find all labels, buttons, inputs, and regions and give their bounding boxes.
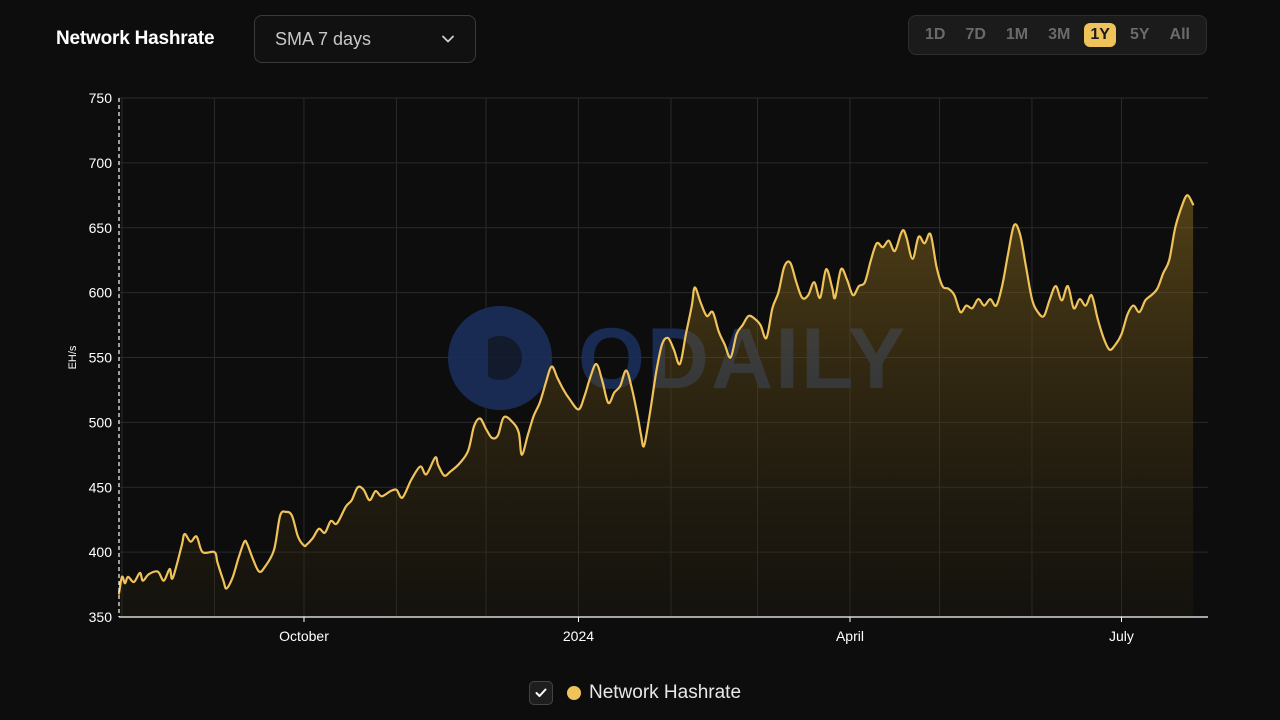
x-axis-ticks: October 2024 April July — [279, 617, 1134, 644]
x-tick-label: 2024 — [563, 628, 594, 644]
y-tick-label: 700 — [89, 155, 113, 171]
range-7d-button[interactable]: 7D — [959, 23, 991, 47]
x-tick-label: April — [836, 628, 864, 644]
range-1d-button[interactable]: 1D — [919, 23, 951, 47]
sma-select[interactable]: SMA 7 days — [254, 15, 476, 63]
range-all-button[interactable]: All — [1164, 23, 1196, 47]
time-range-selector: 1D 7D 1M 3M 1Y 5Y All — [908, 15, 1207, 55]
y-tick-label: 400 — [89, 544, 113, 560]
hashrate-chart: ODAILY 350400450500550600650700750 Octob… — [67, 90, 1208, 644]
y-tick-label: 550 — [89, 350, 113, 366]
x-tick-label: October — [279, 628, 329, 644]
y-axis-label: EH/s — [67, 345, 79, 369]
check-icon — [535, 688, 547, 697]
y-tick-label: 350 — [89, 609, 113, 625]
legend-color-dot — [566, 686, 581, 700]
y-tick-label: 650 — [89, 220, 113, 236]
legend-checkbox[interactable] — [528, 681, 553, 705]
legend-label: Network Hashrate — [588, 682, 742, 703]
y-tick-label: 600 — [89, 285, 113, 301]
y-tick-label: 450 — [89, 479, 113, 495]
range-3m-button[interactable]: 3M — [1042, 23, 1076, 47]
y-tick-label: 500 — [89, 414, 113, 430]
chart-title: Network Hashrate — [56, 28, 215, 49]
range-1y-button[interactable]: 1Y — [1084, 23, 1116, 47]
chevron-down-icon — [441, 32, 455, 46]
x-tick-label: July — [1109, 628, 1134, 644]
legend: Network Hashrate — [0, 681, 1280, 705]
y-axis-ticks: 350 400 450 500 550 600 650 700 750 — [89, 90, 113, 625]
y-tick-label: 750 — [89, 90, 113, 106]
range-5y-button[interactable]: 5Y — [1124, 23, 1156, 47]
range-1m-button[interactable]: 1M — [1000, 23, 1034, 47]
sma-select-value: SMA 7 days — [275, 28, 372, 49]
